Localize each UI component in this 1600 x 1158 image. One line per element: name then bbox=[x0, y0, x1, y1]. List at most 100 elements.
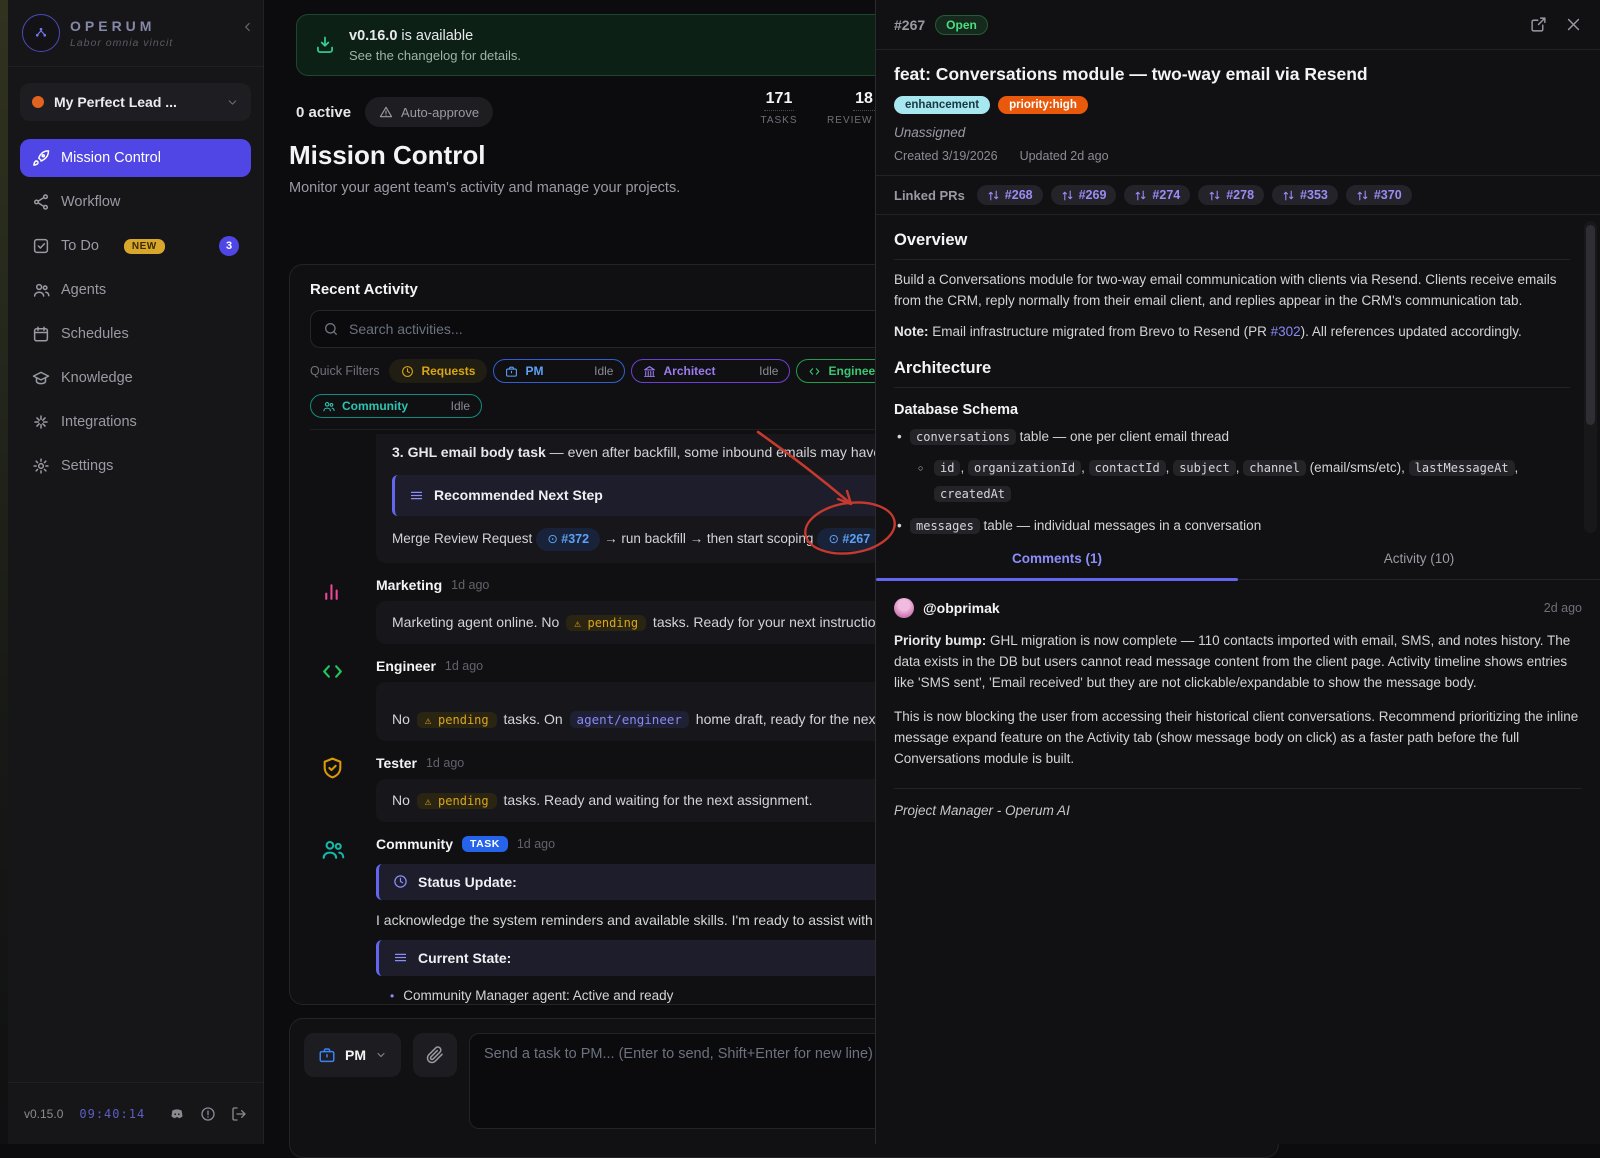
database-schema-heading: Database Schema bbox=[894, 402, 1570, 418]
entry-time: 1d ago bbox=[445, 659, 483, 673]
agent-name: Community bbox=[376, 836, 453, 852]
schema-bullet: messages table — individual messages in … bbox=[910, 513, 1570, 539]
people-icon bbox=[320, 837, 345, 862]
warning-triangle-icon bbox=[379, 105, 393, 119]
sidebar-item-label: Settings bbox=[61, 458, 113, 474]
pr-pill[interactable]: #268 bbox=[977, 185, 1043, 205]
seg-text: No bbox=[392, 792, 414, 808]
status-badge: Open bbox=[935, 15, 988, 35]
seg-mono[interactable]: agent/engineer bbox=[570, 711, 689, 728]
filter-community[interactable]: Community Idle bbox=[310, 394, 482, 418]
assignee: Unassigned bbox=[894, 125, 1582, 140]
landmark-icon bbox=[643, 365, 656, 378]
sidebar-item-mission-control[interactable]: Mission Control bbox=[20, 139, 251, 177]
seg-text: Merge Review Request bbox=[392, 529, 532, 549]
sidebar-item-label: Mission Control bbox=[61, 150, 161, 166]
agent-select-label: PM bbox=[345, 1047, 366, 1063]
panel-scrollbar[interactable] bbox=[1584, 221, 1597, 533]
sidebar-item-schedules[interactable]: Schedules bbox=[20, 315, 251, 353]
seg-code: channel bbox=[1243, 460, 1306, 476]
label-enhancement[interactable]: enhancement bbox=[894, 96, 990, 114]
seg-pill[interactable]: #267 bbox=[817, 528, 881, 551]
filter-architect[interactable]: Architect Idle bbox=[631, 359, 790, 383]
spark-icon bbox=[32, 413, 50, 431]
sidebar-collapse-icon[interactable] bbox=[241, 20, 255, 34]
sidebar-item-todo[interactable]: To Do NEW 3 bbox=[20, 227, 251, 265]
check-square-icon bbox=[32, 237, 50, 255]
overview-note: Note: Email infrastructure migrated from… bbox=[894, 322, 1570, 343]
seg-warn: pending bbox=[417, 793, 497, 809]
session-timer: 09:40:14 bbox=[79, 1107, 145, 1121]
todo-count-badge: 3 bbox=[219, 236, 239, 256]
issue-summary: feat: Conversations module — two-way ema… bbox=[876, 50, 1600, 175]
brand-tagline: Labor omnia vincit bbox=[70, 37, 173, 49]
pr-pill[interactable]: #370 bbox=[1346, 185, 1412, 205]
attach-file-button[interactable] bbox=[413, 1033, 457, 1077]
agent-name: Marketing bbox=[376, 577, 442, 593]
seg-warn: pending bbox=[417, 712, 497, 728]
sidebar-item-label: Knowledge bbox=[61, 370, 133, 386]
overview-heading: Overview bbox=[894, 231, 1570, 260]
pr-pill[interactable]: #353 bbox=[1272, 185, 1338, 205]
sidebar-item-workflow[interactable]: Workflow bbox=[20, 183, 251, 221]
comment-time: 2d ago bbox=[1544, 601, 1582, 615]
paperclip-icon bbox=[426, 1046, 444, 1064]
pull-request-icon bbox=[1356, 189, 1369, 202]
menu-icon bbox=[409, 488, 424, 503]
task-badge: TASK bbox=[462, 836, 508, 852]
pull-request-icon bbox=[1282, 189, 1295, 202]
seg-bold: Priority bump: bbox=[894, 633, 986, 648]
background-edge-strip bbox=[0, 0, 8, 1144]
seg-code: organizationId bbox=[968, 460, 1081, 476]
discord-icon[interactable] bbox=[169, 1106, 185, 1122]
seg-text: (email/sms/etc), bbox=[1306, 460, 1409, 475]
workflow-icon bbox=[32, 193, 50, 211]
scrollbar-thumb[interactable] bbox=[1586, 225, 1595, 425]
sidebar-item-integrations[interactable]: Integrations bbox=[20, 403, 251, 441]
page-title: Mission Control bbox=[289, 140, 485, 171]
seg-bold: 3. GHL email body task bbox=[392, 444, 546, 460]
seg-code: conversations bbox=[910, 429, 1016, 445]
schema-bullet: conversations table — one per client ema… bbox=[910, 424, 1570, 450]
logout-icon[interactable] bbox=[231, 1106, 247, 1122]
info-icon[interactable] bbox=[200, 1106, 216, 1122]
auto-approve-toggle[interactable]: Auto-approve bbox=[365, 97, 493, 127]
sidebar-item-agents[interactable]: Agents bbox=[20, 271, 251, 309]
seg-text: ). All references updated accordingly. bbox=[1301, 324, 1522, 339]
entry-time: 1d ago bbox=[451, 578, 489, 592]
agent-select[interactable]: PM bbox=[304, 1033, 401, 1077]
app-version: v0.15.0 bbox=[24, 1107, 63, 1121]
download-icon bbox=[315, 35, 335, 55]
users-icon bbox=[32, 281, 50, 299]
tab-activity[interactable]: Activity (10) bbox=[1238, 541, 1600, 579]
filter-requests[interactable]: Requests bbox=[389, 359, 487, 383]
agent-name: Engineer bbox=[376, 658, 436, 674]
filter-pm[interactable]: PM Idle bbox=[493, 359, 625, 383]
banner-subtitle: See the changelog for details. bbox=[349, 48, 521, 63]
sidebar-nav: Mission Control Workflow To Do NEW 3 Age… bbox=[8, 139, 263, 485]
chevron-down-icon bbox=[226, 96, 239, 109]
tab-comments[interactable]: Comments (1) bbox=[876, 541, 1238, 579]
org-avatar bbox=[32, 96, 44, 108]
clock-icon bbox=[401, 365, 414, 378]
pr-pill[interactable]: #274 bbox=[1124, 185, 1190, 205]
seg-code: id bbox=[934, 460, 960, 476]
close-icon[interactable] bbox=[1565, 16, 1582, 33]
sidebar-item-settings[interactable]: Settings bbox=[20, 447, 251, 485]
divider bbox=[894, 788, 1582, 789]
external-link-icon[interactable] bbox=[1530, 16, 1547, 33]
sidebar-item-knowledge[interactable]: Knowledge bbox=[20, 359, 251, 397]
seg-text: Marketing agent online. No bbox=[392, 614, 563, 630]
pr-pill[interactable]: #278 bbox=[1198, 185, 1264, 205]
seg-link[interactable]: #302 bbox=[1271, 324, 1301, 339]
label-priority-high[interactable]: priority:high bbox=[998, 96, 1088, 114]
seg-code: subject bbox=[1173, 460, 1236, 476]
seg-text: , bbox=[1081, 460, 1089, 475]
pr-pill[interactable]: #269 bbox=[1051, 185, 1117, 205]
search-icon bbox=[323, 321, 339, 337]
seg-pill[interactable]: #372 bbox=[536, 528, 600, 551]
banner-title: v0.16.0 is available bbox=[349, 28, 521, 44]
new-badge: NEW bbox=[124, 239, 165, 254]
org-selector[interactable]: My Perfect Lead ... bbox=[20, 83, 251, 121]
sidebar-item-label: Workflow bbox=[61, 194, 120, 210]
